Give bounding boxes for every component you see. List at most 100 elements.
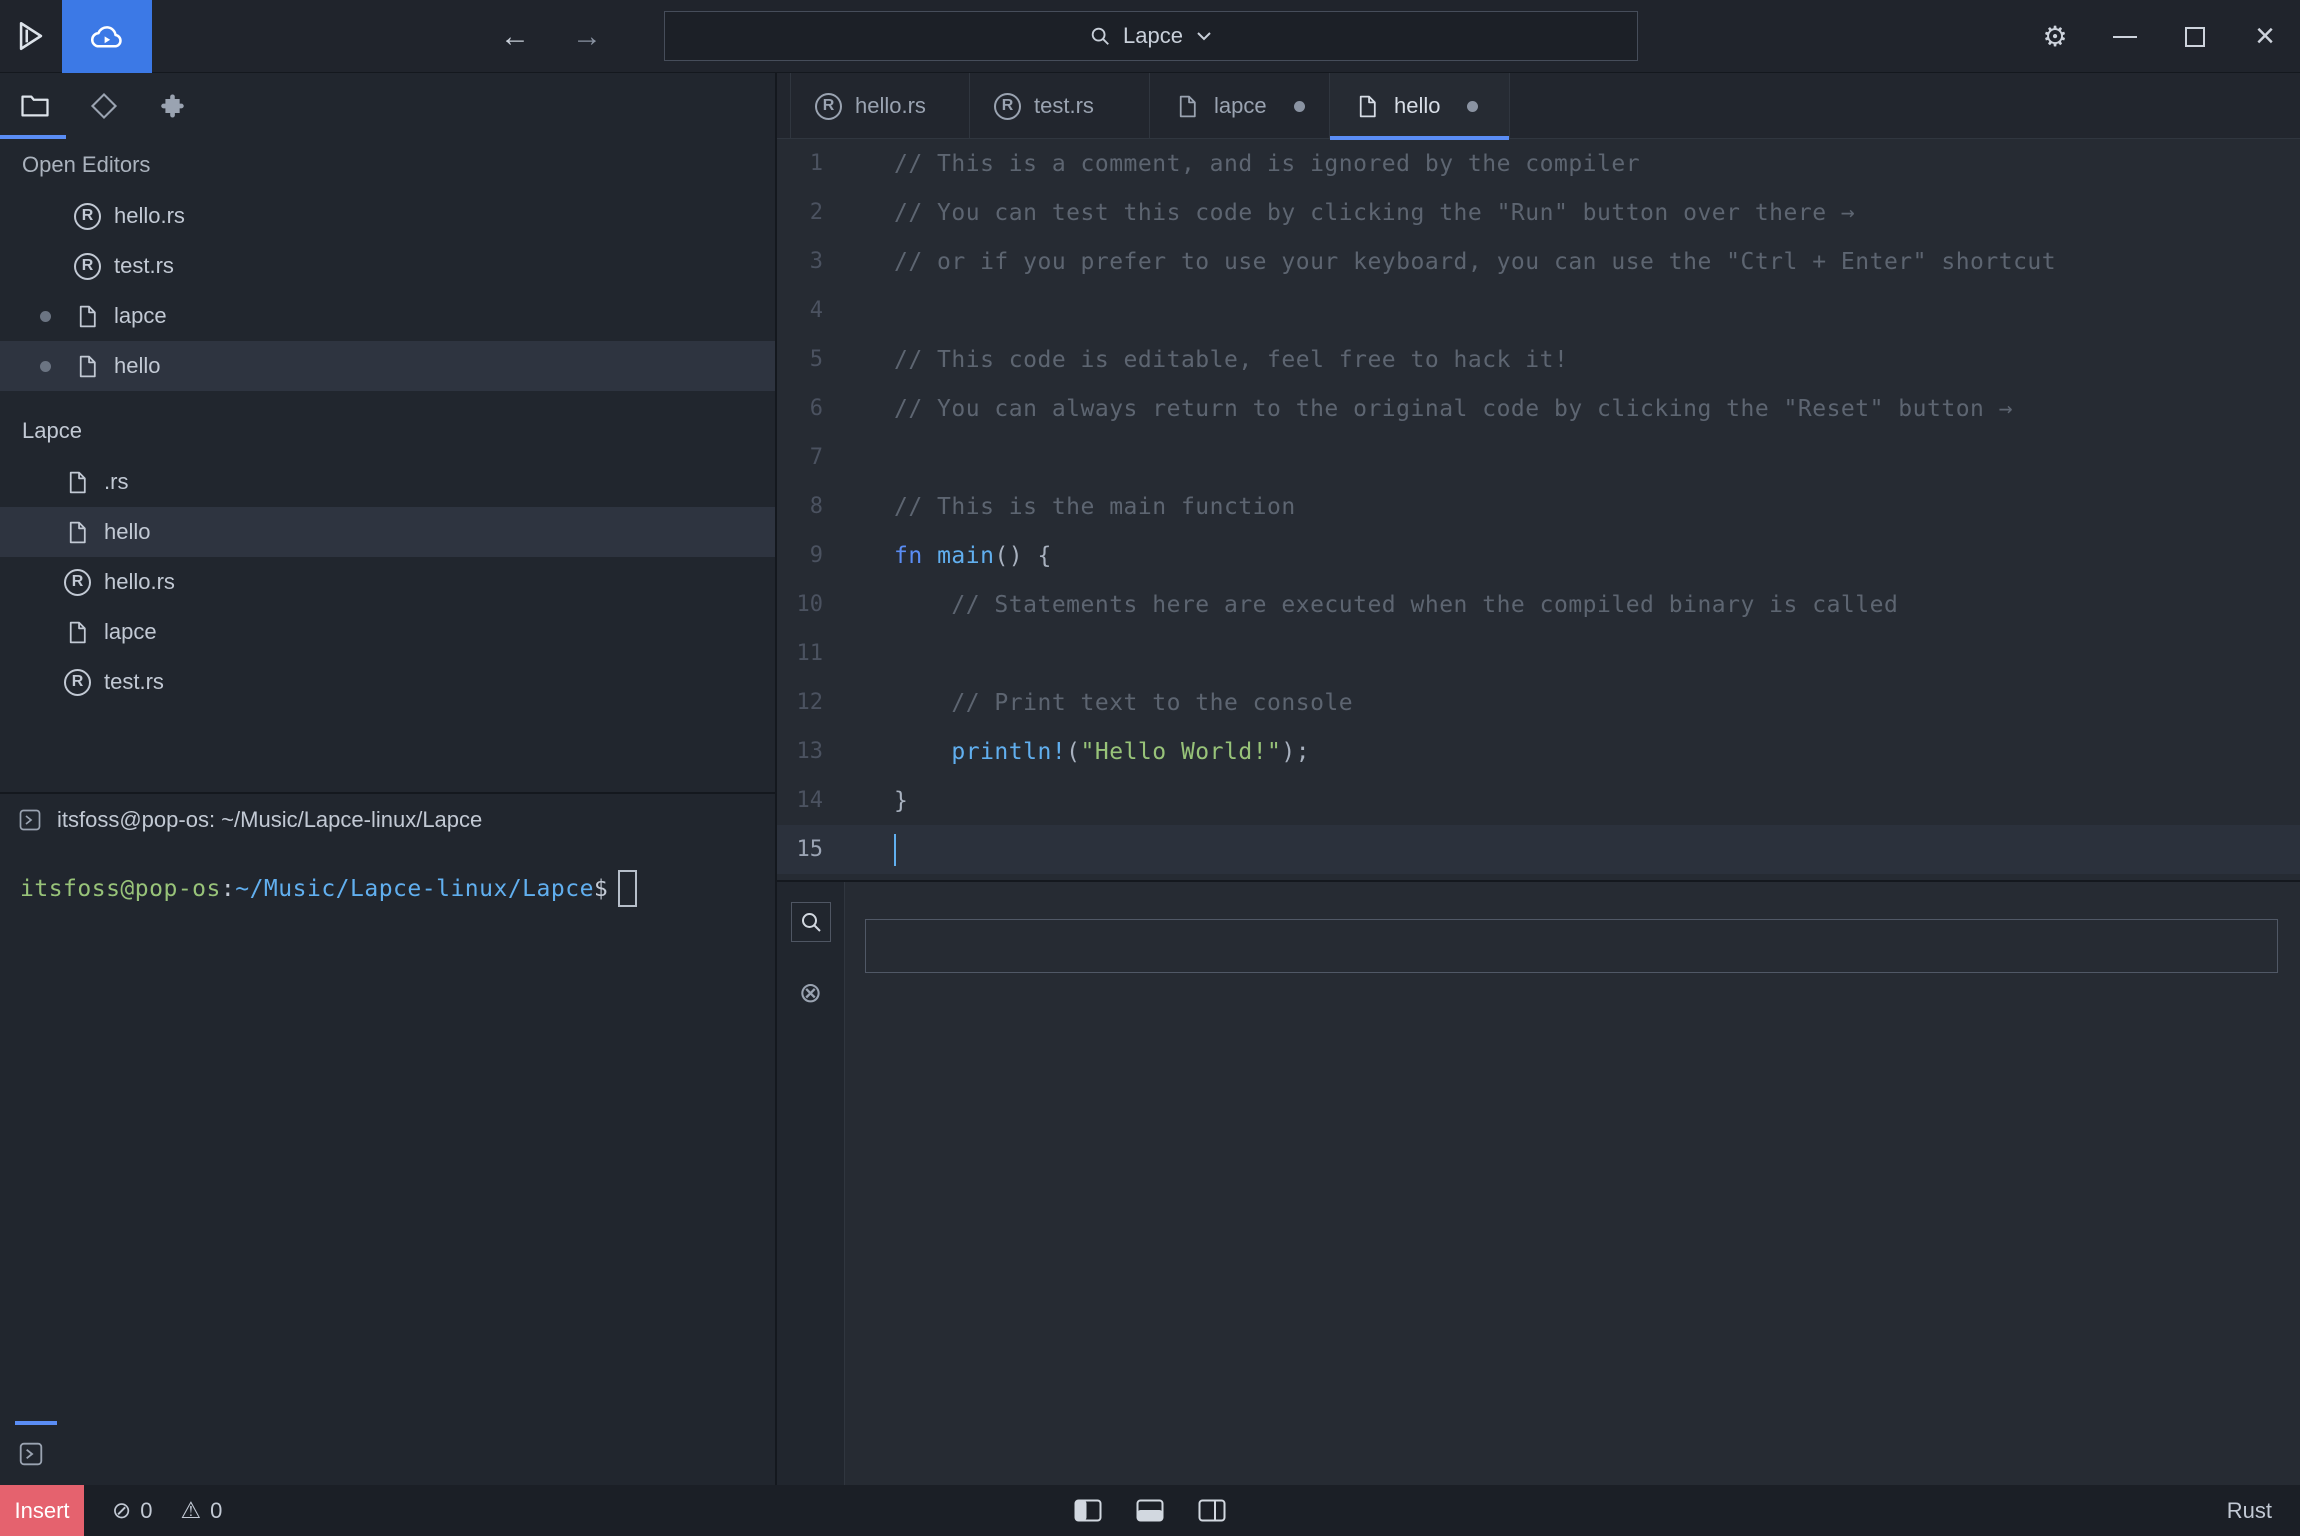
editor-tabbar: Rhello.rsRtest.rslapcehello [777,73,2300,139]
tab-label: test.rs [1034,93,1094,119]
search-icon [1089,25,1111,47]
code-line-11[interactable]: 11 [777,629,2300,678]
code-line-15[interactable]: 15 [777,825,2300,874]
line-number: 14 [777,788,845,813]
sidebar-tab-source-control[interactable] [69,73,138,139]
code-text: // You can test this code by clicking th… [845,200,1855,226]
tab-label: hello.rs [855,93,926,119]
code-line-13[interactable]: 13 println!("Hello World!"); [777,727,2300,776]
settings-gear-icon[interactable]: ⚙ [2020,0,2090,73]
source-control-icon [90,92,118,120]
code-line-5[interactable]: 5// This code is editable, feel free to … [777,335,2300,384]
code-text: fn main() { [845,543,1052,569]
terminal-header[interactable]: itsfoss@pop-os: ~/Music/Lapce-linux/Lapc… [0,794,775,846]
file-label: .rs [104,469,128,495]
nav-forward-button[interactable]: → [572,20,602,54]
file-explorer-icon [20,93,50,119]
code-line-12[interactable]: 12 // Print text to the console [777,678,2300,727]
language-indicator[interactable]: Rust [2227,1498,2272,1524]
sidebar-tab-plugins[interactable] [138,73,207,139]
file-row-hello[interactable]: hello [0,341,775,391]
line-number: 13 [777,739,845,764]
code-editor[interactable]: 1// This is a comment, and is ignored by… [777,139,2300,880]
code-line-2[interactable]: 2// You can test this code by clicking t… [777,188,2300,237]
file-icon [1354,93,1381,120]
code-text: // This is a comment, and is ignored by … [845,151,1640,177]
workspace-file-list: .rs hello Rhello.rs lapce Rtest.rs [0,457,775,707]
file-icon [74,353,101,380]
clear-results-button[interactable]: ⊗ [791,972,831,1012]
search-input[interactable] [865,919,2278,973]
chevron-down-icon [1195,30,1213,42]
code-line-14[interactable]: 14} [777,776,2300,825]
code-line-9[interactable]: 9fn main() { [777,531,2300,580]
close-button[interactable]: × [2230,0,2300,73]
file-row-lapce[interactable]: lapce [0,291,775,341]
line-number: 15 [777,837,845,862]
code-text: // Print text to the console [845,690,1353,716]
line-number: 4 [777,298,845,323]
rust-file-icon: R [994,93,1021,120]
file-row-hello.rs[interactable]: Rhello.rs [0,557,775,607]
file-row-lapce[interactable]: lapce [0,607,775,657]
nav-arrows: ← → [500,0,602,73]
file-row-hello[interactable]: hello [0,507,775,557]
warnings-count[interactable]: 0 [210,1498,222,1524]
search-panel: ⊗ [777,880,2300,1485]
minimize-button[interactable] [2090,0,2160,73]
terminal-prompt[interactable]: itsfoss@pop-os:~/Music/Lapce-linux/Lapce… [20,870,775,907]
code-line-4[interactable]: 4 [777,286,2300,335]
line-number: 2 [777,200,845,225]
toggle-right-panel-button[interactable] [1198,1499,1226,1522]
nav-back-button[interactable]: ← [500,20,530,54]
window-controls: ⚙ × [2020,0,2300,73]
warnings-icon: ⚠ [181,1497,202,1524]
line-number: 5 [777,347,845,372]
open-editors-header[interactable]: Open Editors [0,139,775,191]
line-number: 10 [777,592,845,617]
workspace-header[interactable]: Lapce [0,405,775,457]
remote-connection-button[interactable] [62,0,152,73]
code-line-3[interactable]: 3// or if you prefer to use your keyboar… [777,237,2300,286]
code-line-7[interactable]: 7 [777,433,2300,482]
file-row-test.rs[interactable]: Rtest.rs [0,657,775,707]
code-line-8[interactable]: 8// This is the main function [777,482,2300,531]
code-line-1[interactable]: 1// This is a comment, and is ignored by… [777,139,2300,188]
file-icon [64,619,91,646]
command-palette-button[interactable]: Lapce [664,11,1638,61]
errors-icon: ⊘ [112,1497,131,1524]
editor-tab-test.rs[interactable]: Rtest.rs [970,73,1150,139]
toggle-bottom-panel-button[interactable] [1136,1499,1164,1522]
errors-count[interactable]: 0 [140,1498,152,1524]
modified-dot-slot [40,361,74,372]
sidebar-tab-explorer[interactable] [0,73,69,139]
prompt-path: ~/Music/Lapce-linux/Lapce [235,876,594,902]
file-label: lapce [104,619,157,645]
line-number: 3 [777,249,845,274]
file-row-hello.rs[interactable]: Rhello.rs [0,191,775,241]
terminal-panel-icon[interactable] [18,1441,44,1467]
modified-dot [40,311,51,322]
toggle-left-panel-button[interactable] [1074,1499,1102,1522]
code-line-6[interactable]: 6// You can always return to the origina… [777,384,2300,433]
maximize-button[interactable] [2160,0,2230,73]
plugin-puzzle-icon [159,92,187,120]
editor-tab-hello[interactable]: hello [1330,73,1510,139]
file-row-.rs[interactable]: .rs [0,457,775,507]
file-label: hello [104,519,150,545]
rust-file-icon: R [74,253,101,280]
active-sidebar-tab-indicator [0,135,66,139]
modified-dot [1467,101,1478,112]
line-number: 9 [777,543,845,568]
editor-tab-hello.rs[interactable]: Rhello.rs [790,73,970,139]
line-number: 1 [777,151,845,176]
cloud-icon [88,21,126,51]
panel-toggle-group [1074,1499,1226,1522]
editor-tab-lapce[interactable]: lapce [1150,73,1330,139]
prompt-dollar: $ [594,876,608,902]
file-label: test.rs [104,669,164,695]
file-row-test.rs[interactable]: Rtest.rs [0,241,775,291]
code-text [845,834,896,866]
panel-search-button[interactable] [791,902,831,942]
code-line-10[interactable]: 10 // Statements here are executed when … [777,580,2300,629]
